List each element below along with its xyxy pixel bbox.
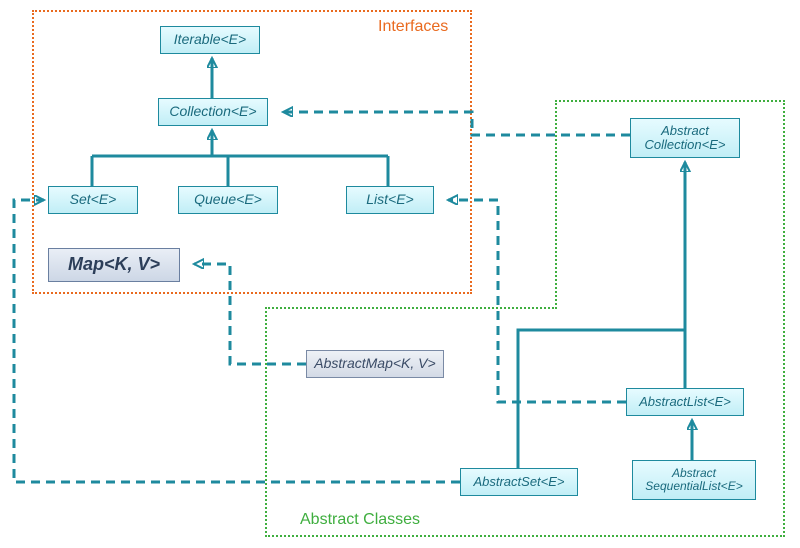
interfaces-group-label: Interfaces	[378, 18, 448, 36]
node-abstract-map: AbstractMap<K, V>	[306, 350, 444, 378]
node-map: Map<K, V>	[48, 248, 180, 282]
node-iterable: Iterable<E>	[160, 26, 260, 54]
node-abstract-seqlist: Abstract SequentialList<E>	[632, 460, 756, 500]
node-abstract-list: AbstractList<E>	[626, 388, 744, 416]
diagram-stage: Interfaces Abstract Classes Iterable<E> …	[0, 0, 800, 548]
abstract-classes-group-label: Abstract Classes	[300, 511, 420, 529]
node-set: Set<E>	[48, 186, 138, 214]
node-collection: Collection<E>	[158, 98, 268, 126]
node-abstract-set: AbstractSet<E>	[460, 468, 578, 496]
mask-join	[557, 307, 783, 311]
node-queue: Queue<E>	[178, 186, 278, 214]
node-abstract-collection: Abstract Collection<E>	[630, 118, 740, 158]
node-list: List<E>	[346, 186, 434, 214]
abstract-classes-group-box	[265, 307, 785, 537]
